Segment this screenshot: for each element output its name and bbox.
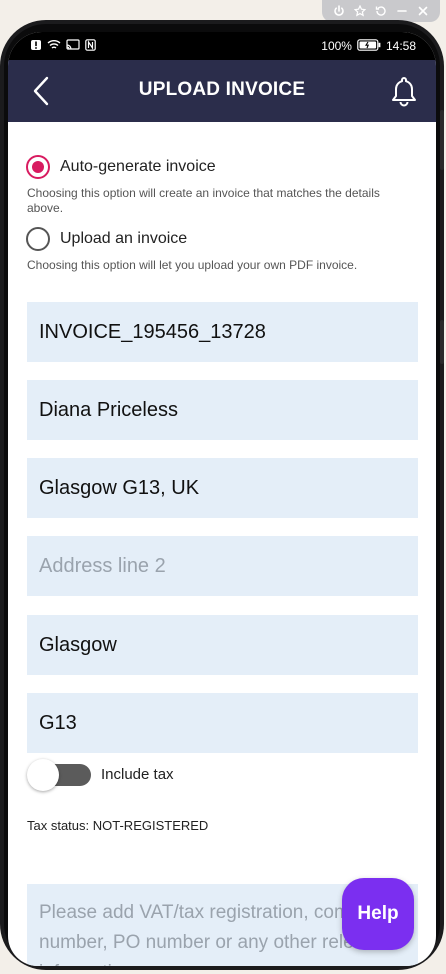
volume-key xyxy=(440,110,444,170)
emulator-toolbar xyxy=(322,0,440,22)
address-line-2-input[interactable] xyxy=(27,536,418,596)
radio-button-unselected[interactable] xyxy=(26,227,50,251)
cast-icon xyxy=(66,38,80,54)
toggle-knob[interactable] xyxy=(27,759,59,791)
alert-icon xyxy=(30,39,42,54)
wifi-icon xyxy=(47,39,61,54)
include-tax-label: Include tax xyxy=(101,765,174,783)
postcode-input[interactable] xyxy=(27,693,418,753)
radio-label: Upload an invoice xyxy=(60,230,188,247)
help-button[interactable]: Help xyxy=(342,878,414,950)
power-icon[interactable] xyxy=(331,3,347,19)
device-screen: 100% 14:58 UPLOAD INVOICE Auto-generate … xyxy=(8,32,436,966)
bell-icon xyxy=(392,77,416,107)
power-key xyxy=(440,320,444,364)
minimize-icon[interactable] xyxy=(394,3,410,19)
include-tax-toggle[interactable] xyxy=(27,759,91,791)
upload-invoice-form: Auto-generate invoice Choosing this opti… xyxy=(8,122,436,966)
radio-upload-invoice[interactable]: Upload an invoice xyxy=(26,227,187,251)
rotate-icon[interactable] xyxy=(373,3,389,19)
battery-icon xyxy=(357,38,381,54)
status-bar: 100% 14:58 xyxy=(8,32,436,60)
include-tax-row: Include tax xyxy=(27,759,174,791)
battery-percent: 100% xyxy=(321,39,352,53)
radio-auto-generate[interactable]: Auto-generate invoice xyxy=(26,155,216,179)
app-bar: UPLOAD INVOICE xyxy=(8,60,436,122)
nfc-icon xyxy=(85,38,96,54)
name-input[interactable] xyxy=(27,380,418,440)
radio-hint: Choosing this option will create an invo… xyxy=(27,186,380,215)
clock: 14:58 xyxy=(385,39,416,53)
radio-button-selected[interactable] xyxy=(26,155,50,179)
city-input[interactable] xyxy=(27,615,418,675)
address-line-1-input[interactable] xyxy=(27,458,418,518)
invoice-number-input[interactable] xyxy=(27,302,418,362)
radio-label: Auto-generate invoice xyxy=(60,158,216,175)
notifications-button[interactable] xyxy=(388,74,420,108)
page-title: UPLOAD INVOICE xyxy=(138,79,306,100)
close-icon[interactable] xyxy=(415,3,431,19)
pin-icon[interactable] xyxy=(352,3,368,19)
phone-frame: 100% 14:58 UPLOAD INVOICE Auto-generate … xyxy=(0,20,444,970)
tax-status: Tax status: NOT-REGISTERED xyxy=(27,818,209,833)
radio-hint: Choosing this option will let you upload… xyxy=(27,258,358,272)
